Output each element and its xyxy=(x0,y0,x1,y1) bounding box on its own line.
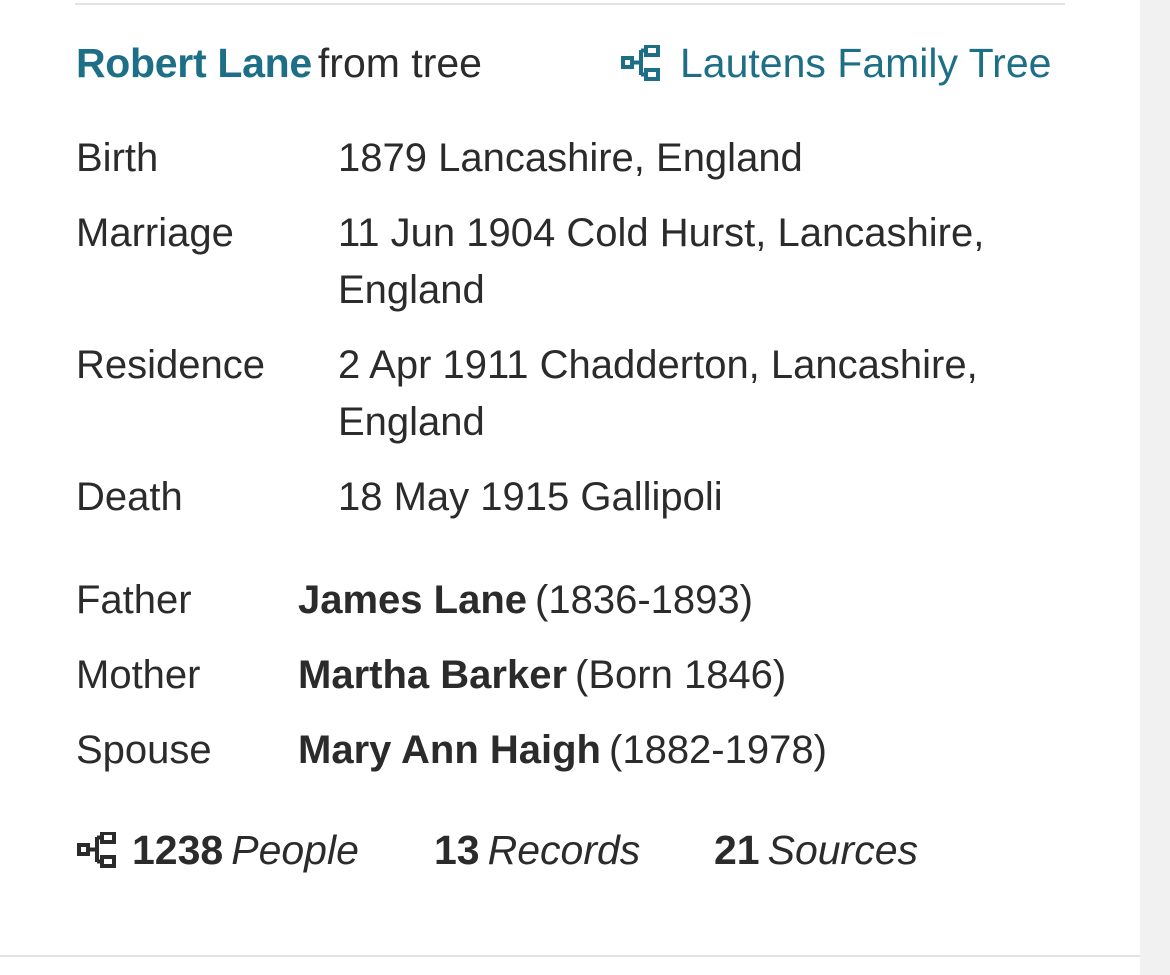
family-tree-icon xyxy=(77,832,116,868)
relation-label: Mother xyxy=(76,653,201,697)
person-name-link[interactable]: Robert Lane xyxy=(76,40,312,86)
relation-value: Mary Ann Haigh (1882-1978) xyxy=(298,725,827,775)
people-stat[interactable]: 1238 People xyxy=(76,824,359,876)
right-gutter xyxy=(1140,0,1170,975)
fact-row-death: Death 18 May 1915 Gallipoli xyxy=(76,469,1076,529)
fact-value: 11 Jun 1904 Cold Hurst, Lancashire, Engl… xyxy=(338,211,985,312)
sources-count: 21 xyxy=(714,827,760,873)
fact-value: 18 May 1915 Gallipoli xyxy=(338,475,723,519)
fact-label: Marriage xyxy=(76,211,234,255)
father-name-link[interactable]: James Lane xyxy=(298,578,527,622)
fact-value: 2 Apr 1911 Chadderton, Lancashire, Engla… xyxy=(338,343,978,444)
relation-value: Martha Barker (Born 1846) xyxy=(298,650,786,700)
records-label: Records xyxy=(487,827,641,873)
fact-label: Residence xyxy=(76,343,266,387)
from-tree-text: from tree xyxy=(317,40,482,86)
top-divider xyxy=(75,3,1065,5)
fact-row-birth: Birth 1879 Lancashire, England xyxy=(76,130,1076,205)
sources-stat[interactable]: 21 Sources xyxy=(714,824,918,876)
relation-dates: (1836-1893) xyxy=(535,578,753,622)
relation-value: James Lane (1836-1893) xyxy=(298,575,753,625)
fact-label: Death xyxy=(76,475,183,519)
bottom-divider xyxy=(0,955,1140,957)
mother-name-link[interactable]: Martha Barker xyxy=(298,653,567,697)
tree-link[interactable]: Lautens Family Tree xyxy=(620,38,1051,88)
record-header: Robert Lane from tree Lautens Family Tree xyxy=(76,38,1051,88)
records-stat[interactable]: 13 Records xyxy=(434,824,640,876)
relation-label: Father xyxy=(76,578,192,622)
relation-label: Spouse xyxy=(76,728,212,772)
people-count: 1238 xyxy=(132,827,224,873)
fact-value: 1879 Lancashire, England xyxy=(338,136,803,180)
fact-label: Birth xyxy=(76,136,159,180)
tree-name: Lautens Family Tree xyxy=(680,40,1052,86)
family-tree-icon xyxy=(621,45,660,81)
sources-label: Sources xyxy=(767,827,919,873)
records-count: 13 xyxy=(434,827,480,873)
fact-row-residence: Residence 2 Apr 1911 Chadderton, Lancash… xyxy=(76,337,1076,469)
relation-dates: (Born 1846) xyxy=(575,653,787,697)
spouse-name-link[interactable]: Mary Ann Haigh xyxy=(298,728,601,772)
facts-list: Birth 1879 Lancashire, England Marriage … xyxy=(76,130,1076,529)
relation-dates: (1882-1978) xyxy=(609,728,827,772)
fact-row-marriage: Marriage 11 Jun 1904 Cold Hurst, Lancash… xyxy=(76,205,1076,337)
people-label: People xyxy=(231,827,359,873)
